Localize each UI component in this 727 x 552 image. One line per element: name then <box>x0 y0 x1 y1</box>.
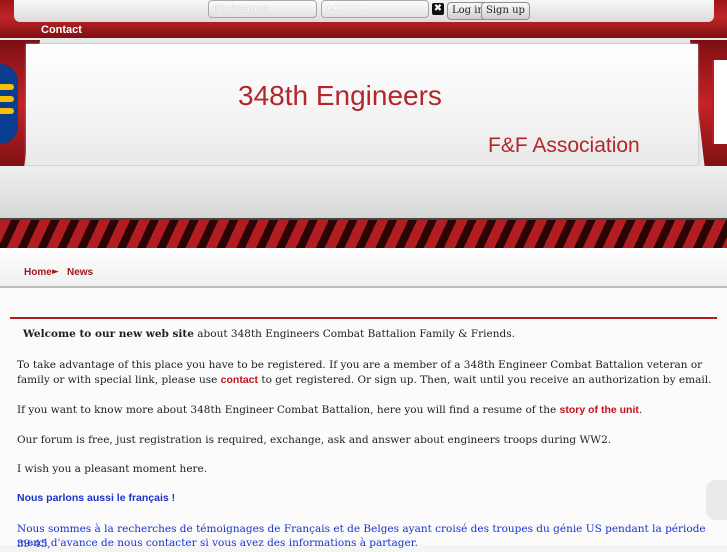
association-emblem-logo <box>712 60 727 144</box>
password-input[interactable]: •••••• <box>321 0 429 18</box>
breadcrumb-arrow-icon: ► <box>52 267 59 277</box>
decorative-stripe-band <box>0 218 727 250</box>
story-text-end: . <box>638 404 643 416</box>
contact-link[interactable]: contact <box>221 374 258 386</box>
welcome-paragraph: Welcome to our new web site about 348th … <box>23 327 723 342</box>
signup-button[interactable]: Sign up <box>481 2 530 20</box>
welcome-heading: Welcome to our new web site <box>23 328 194 340</box>
unit-insignia-logo <box>0 64 18 144</box>
content-divider <box>10 317 717 319</box>
register-text-end: to get registered. Or sign up. Then, wai… <box>258 374 712 386</box>
register-paragraph: To take advantage of this place you have… <box>17 358 717 388</box>
breadcrumb-home-link[interactable]: Home <box>24 267 52 278</box>
french-paragraph-2: merci d'avance de nous contacter si vous… <box>17 537 418 549</box>
breadcrumb <box>0 248 727 288</box>
site-title: 348th Engineers <box>238 80 442 111</box>
wish-paragraph: I wish you a pleasant moment here. <box>17 463 208 475</box>
story-text: If you want to know more about 348th Eng… <box>17 404 560 416</box>
forum-paragraph: Our forum is free, just registration is … <box>17 434 612 446</box>
story-paragraph: If you want to know more about 348th Eng… <box>17 403 717 418</box>
nav-contact-link[interactable]: Contact <box>41 24 82 36</box>
breadcrumb-current[interactable]: News <box>67 267 93 278</box>
nickname-input[interactable]: Nickname <box>208 0 317 18</box>
header-band <box>0 166 727 220</box>
side-tab-handle <box>706 480 727 520</box>
welcome-text: about 348th Engineers Combat Battalion F… <box>193 328 515 340</box>
story-link[interactable]: story of the unit <box>560 404 639 416</box>
french-heading: Nous parlons aussi le français ! <box>17 492 176 504</box>
close-icon[interactable]: ✖ <box>432 3 444 15</box>
site-subtitle: F&F Association <box>488 134 640 157</box>
